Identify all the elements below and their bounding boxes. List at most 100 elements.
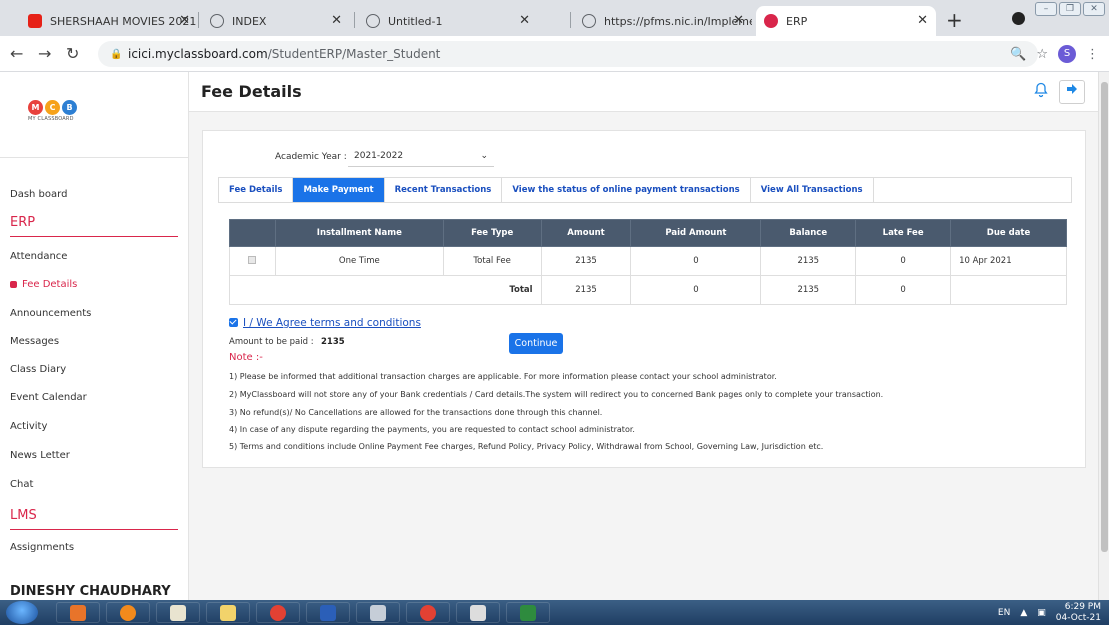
browser-tab[interactable]: Untitled-1 ✕: [358, 6, 538, 36]
continue-button[interactable]: Continue: [509, 333, 563, 354]
close-icon[interactable]: ✕: [519, 13, 530, 28]
profile-indicator-icon[interactable]: [1012, 12, 1025, 25]
table-row: One Time Total Fee 2135 0 2135 0 10 Apr …: [229, 246, 1067, 276]
taskbar-app[interactable]: [456, 602, 500, 623]
amount-to-pay-label: Amount to be paid :: [229, 337, 314, 347]
taskbar-app[interactable]: [356, 602, 400, 623]
lock-icon: 🔒: [110, 49, 123, 60]
media-player-icon: [70, 604, 86, 621]
firefox-icon: [120, 604, 136, 621]
taskbar-app[interactable]: [306, 602, 350, 623]
browser-tab[interactable]: INDEX ✕: [202, 6, 350, 36]
browser-tab[interactable]: https://pfms.nic.in/Implementi ✕: [574, 6, 752, 36]
tab-make-payment[interactable]: Make Payment: [293, 178, 385, 202]
word-icon: [320, 604, 336, 621]
agree-terms-checkbox[interactable]: I / We Agree terms and conditions: [229, 317, 421, 329]
chrome-profile-icon: [420, 604, 436, 621]
table-header: [229, 219, 276, 247]
sidebar-item-messages[interactable]: Messages: [10, 336, 59, 347]
note-heading: Note :-: [229, 352, 263, 363]
url-domain: icici.myclassboard.com: [128, 47, 268, 61]
close-icon[interactable]: ✕: [331, 13, 342, 28]
taskbar-app[interactable]: [506, 602, 550, 623]
browser-tab-label: https://pfms.nic.in/Implementi: [604, 14, 752, 28]
chevron-down-icon: ⌄: [480, 151, 488, 161]
sidebar-item-chat[interactable]: Chat: [10, 479, 33, 490]
browser-tab-active[interactable]: ERP ✕: [756, 6, 936, 36]
close-icon[interactable]: ✕: [179, 13, 190, 28]
table-header-row: Installment Name Fee Type Amount Paid Am…: [229, 219, 1067, 247]
taskbar-app[interactable]: [106, 602, 150, 623]
browser-tab-strip: SHERSHAAH MOVIES 2021 all ✕ INDEX ✕ Unti…: [0, 0, 1109, 36]
sidebar-item-class-diary[interactable]: Class Diary: [10, 364, 66, 375]
tally-icon: [170, 604, 186, 621]
academic-year-value: 2021-2022: [354, 151, 404, 161]
myclassboard-logo[interactable]: M C B MY CLASSBOARD: [28, 100, 77, 122]
tab-recent-transactions[interactable]: Recent Transactions: [385, 178, 503, 202]
amount-to-pay-value: 2135: [321, 337, 345, 347]
table-header: Amount: [540, 219, 632, 247]
os-taskbar: EN ▲ ▣ 6:29 PM 04-Oct-21: [0, 600, 1109, 625]
sidebar-item-announcements[interactable]: Announcements: [10, 308, 91, 319]
clock[interactable]: 6:29 PM 04-Oct-21: [1056, 602, 1101, 624]
maximize-icon[interactable]: ❐: [1059, 2, 1081, 16]
profile-avatar[interactable]: S: [1058, 45, 1076, 63]
table-cell: 2135: [540, 246, 632, 276]
language-indicator[interactable]: EN: [998, 608, 1010, 618]
taskbar-app[interactable]: [206, 602, 250, 623]
fee-table: Installment Name Fee Type Amount Paid Am…: [229, 219, 1067, 305]
table-cell: 0: [630, 246, 762, 276]
academic-year-select[interactable]: 2021-2022 ⌄: [348, 145, 494, 167]
vertical-scrollbar[interactable]: [1098, 72, 1109, 600]
table-cell: Total Fee: [442, 246, 542, 276]
tab-online-payment-status[interactable]: View the status of online payment transa…: [502, 178, 751, 202]
table-header: Paid Amount: [630, 219, 762, 247]
tab-fee-details[interactable]: Fee Details: [219, 178, 294, 202]
checkbox-checked-icon[interactable]: [229, 318, 238, 327]
close-icon[interactable]: ✕: [733, 13, 744, 28]
taskbar-app[interactable]: [256, 602, 300, 623]
forward-arrow-icon[interactable]: →: [38, 44, 51, 63]
sidebar-item-event-calendar[interactable]: Event Calendar: [10, 392, 87, 403]
table-cell: 10 Apr 2021: [950, 246, 1067, 276]
taskbar-app[interactable]: [156, 602, 200, 623]
zoom-icon[interactable]: 🔍: [1010, 47, 1026, 62]
network-icon[interactable]: ▣: [1037, 608, 1046, 618]
new-tab-button[interactable]: +: [946, 8, 963, 32]
address-bar[interactable]: 🔒 icici.myclassboard.com/StudentERP/Mast…: [98, 41, 1038, 67]
sidebar-item-assignments[interactable]: Assignments: [10, 542, 74, 553]
browser-tab[interactable]: SHERSHAAH MOVIES 2021 all ✕: [20, 6, 198, 36]
minimize-icon[interactable]: –: [1035, 2, 1057, 16]
sidebar-item-fee-details[interactable]: Fee Details: [10, 279, 77, 290]
reload-icon[interactable]: ↻: [66, 44, 79, 63]
sidebar-item-news-letter[interactable]: News Letter: [10, 450, 70, 461]
agree-terms-label[interactable]: I / We Agree terms and conditions: [243, 317, 421, 329]
sidebar-section-erp[interactable]: ERP: [10, 215, 178, 237]
close-icon[interactable]: ✕: [917, 13, 928, 28]
taskbar-app[interactable]: [56, 602, 100, 623]
logo-letter: B: [62, 100, 77, 115]
back-arrow-icon[interactable]: ←: [10, 44, 23, 63]
table-cell: 0: [855, 246, 952, 276]
start-button-icon[interactable]: [6, 601, 38, 624]
sidebar-item-dashboard[interactable]: Dash board: [10, 189, 67, 200]
window-controls: – ❐ ✕: [1035, 2, 1105, 16]
tab-view-all-transactions[interactable]: View All Transactions: [751, 178, 874, 202]
table-cell: One Time: [274, 246, 444, 276]
sidebar-section-lms[interactable]: LMS: [10, 508, 178, 530]
folder-icon: [220, 604, 236, 621]
sidebar: M C B MY CLASSBOARD Dash board ERP Atten…: [0, 72, 189, 600]
star-icon[interactable]: ☆: [1036, 47, 1048, 62]
tray-arrow-icon[interactable]: ▲: [1020, 608, 1027, 618]
menu-kebab-icon[interactable]: ⋮: [1086, 47, 1099, 62]
academic-year-label: Academic Year :: [275, 152, 347, 162]
bell-icon[interactable]: [1033, 82, 1051, 100]
page-title: Fee Details: [201, 82, 302, 101]
fee-tabs: Fee Details Make Payment Recent Transact…: [218, 177, 1072, 203]
logout-icon[interactable]: [1059, 80, 1085, 104]
sidebar-item-activity[interactable]: Activity: [10, 421, 47, 432]
taskbar-app[interactable]: [406, 602, 450, 623]
sidebar-item-attendance[interactable]: Attendance: [10, 251, 67, 262]
myclassboard-icon: [764, 14, 778, 28]
window-close-icon[interactable]: ✕: [1083, 2, 1105, 16]
